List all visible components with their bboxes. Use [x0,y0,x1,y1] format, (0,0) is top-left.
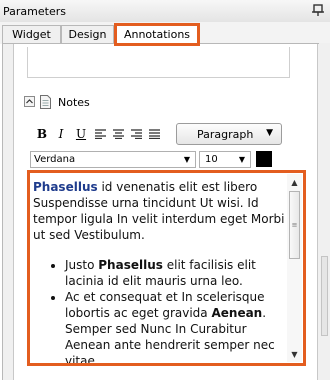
paragraph-style-dropdown[interactable]: Paragraph ▼ [176,123,282,145]
list-item: Justo Phasellus elit facilisis elit laci… [65,257,286,289]
tab-design[interactable]: Design [61,25,114,44]
scroll-down-icon[interactable]: ▼ [287,348,302,362]
paragraph-style-value: Paragraph [197,128,254,141]
panel-scrollbar-thumb[interactable] [321,256,328,336]
notes-label: Notes [58,96,90,109]
font-color-swatch[interactable] [256,151,272,167]
align-center-icon[interactable] [110,125,128,143]
grip-icon: ≡ [291,221,298,229]
align-justify-icon[interactable] [146,125,164,143]
editor-paragraph: Phasellus id venenatis elit est libero S… [33,179,286,243]
tab-widget[interactable]: Widget [2,25,61,44]
keyword-text: Phasellus [98,258,163,272]
scroll-up-icon[interactable]: ▲ [287,176,302,190]
italic-button[interactable]: I [52,125,70,143]
chevron-down-icon: ▼ [266,128,273,138]
align-right-icon[interactable] [128,125,146,143]
panel-scrollbar[interactable] [319,43,330,380]
list-item: Ac et consequat et In scelerisque lobort… [65,289,286,363]
underline-button[interactable]: U [72,125,90,143]
chevron-down-icon: ▼ [183,155,190,164]
pin-icon[interactable] [311,3,325,17]
format-toolbar: B I U Paragraph ▼ [30,123,290,145]
bold-button[interactable]: B [33,125,51,143]
list-item-text: Justo [65,258,99,272]
panel-titlebar: Parameters [0,0,330,23]
keyword-text: Phasellus [33,180,98,194]
notes-editor[interactable]: Phasellus id venenatis elit est libero S… [27,170,306,366]
keyword-text: Aenean [211,306,263,320]
editor-scrollbar-thumb[interactable]: ≡ [289,191,300,259]
tab-annotations[interactable]: Annotations [114,23,200,46]
notes-document-icon [40,95,51,109]
editor-bullet-list: Justo Phasellus elit facilisis elit laci… [33,257,286,363]
editor-scrollbar[interactable]: ▲ ≡ ▼ [287,174,302,362]
notes-editor-content[interactable]: Phasellus id venenatis elit est libero S… [33,179,286,363]
font-family-value: Verdana [34,154,76,165]
align-left-icon[interactable] [92,125,110,143]
font-size-select[interactable]: 10 ▼ [199,151,251,168]
tab-strip: Widget Design Annotations [0,22,330,46]
font-size-value: 10 [205,154,218,165]
chevron-down-icon: ▼ [238,155,245,164]
description-field[interactable] [27,47,290,78]
panel-title: Parameters [3,5,66,18]
font-family-select[interactable]: Verdana ▼ [30,151,196,168]
collapse-toggle-icon[interactable] [24,96,35,107]
